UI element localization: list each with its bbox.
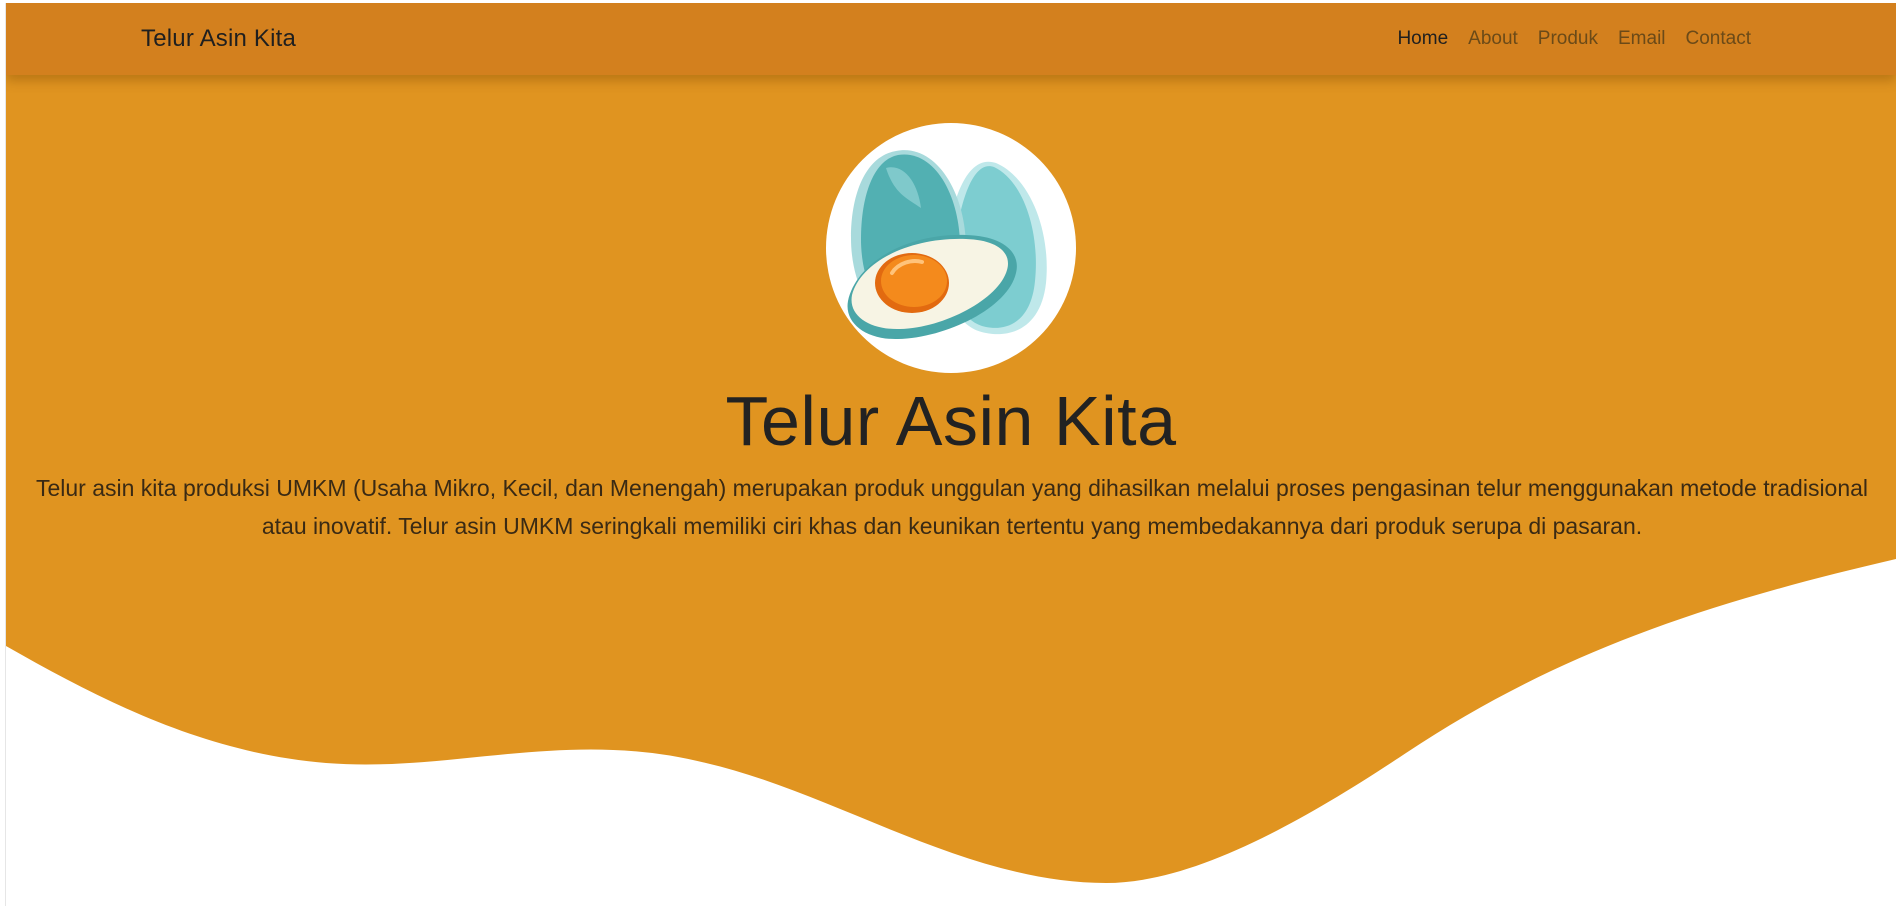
hero-description: Telur asin kita produksi UMKM (Usaha Mik…	[35, 475, 1869, 539]
salted-egg-icon	[847, 150, 1047, 340]
salted-egg-logo	[826, 123, 1076, 373]
nav-contact-link[interactable]: Contact	[1686, 28, 1751, 50]
nav-produk-link[interactable]: Produk	[1538, 28, 1598, 50]
nav-email-link[interactable]: Email	[1618, 28, 1666, 50]
navbar: Telur Asin Kita Home About Produk Email …	[6, 3, 1896, 75]
page-frame: Telur Asin Kita Home About Produk Email …	[5, 3, 1896, 906]
nav-about-link[interactable]: About	[1468, 28, 1518, 50]
nav-links: Home About Produk Email Contact	[1397, 28, 1751, 50]
brand-link[interactable]: Telur Asin Kita	[141, 25, 296, 53]
nav-home-link[interactable]: Home	[1397, 28, 1448, 50]
hero-title: Telur Asin Kita	[725, 382, 1177, 460]
